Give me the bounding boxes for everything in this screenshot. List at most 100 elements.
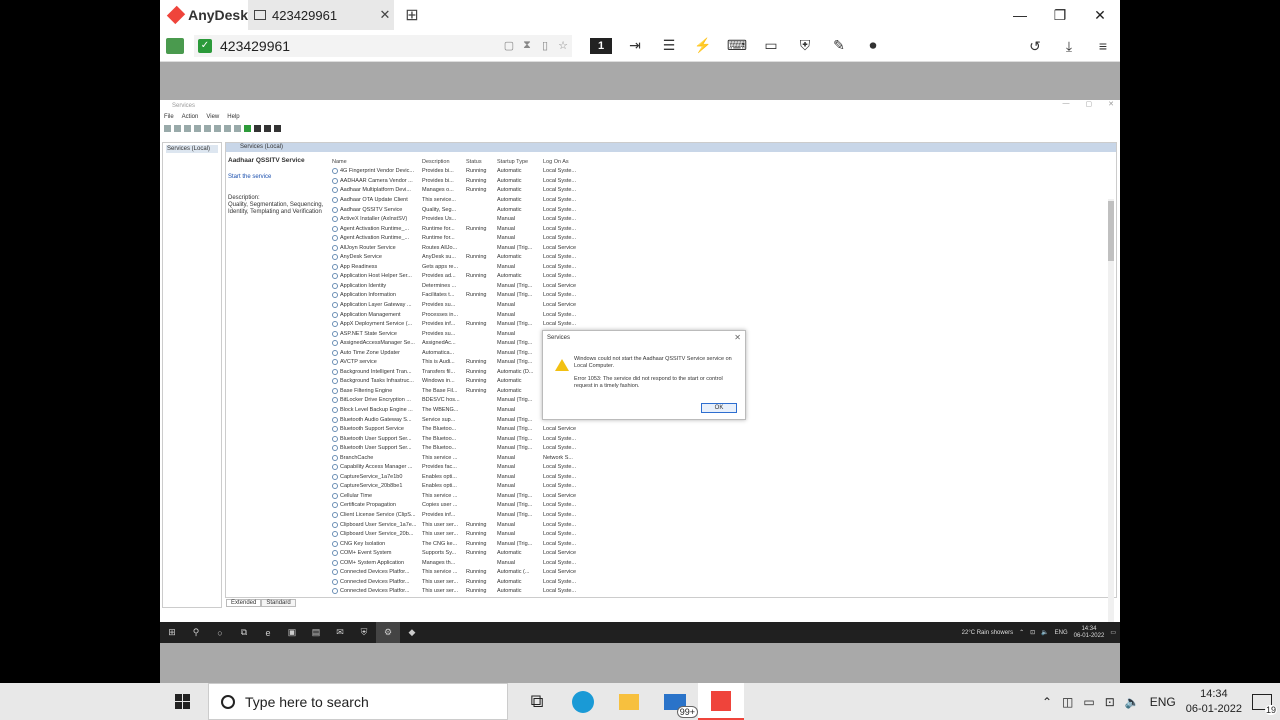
table-row[interactable]: Connected Devices Platfor... This service… (332, 568, 1112, 578)
star-icon[interactable]: ☆ (554, 39, 572, 52)
remote-weather[interactable]: 22°C Rain showers (962, 630, 1013, 636)
table-row[interactable]: Connected Devices Platfor... This user se… (332, 577, 1112, 587)
permissions-icon[interactable]: ⛨ (788, 30, 822, 62)
vertical-scrollbar[interactable] (1108, 199, 1114, 637)
dialog-close-icon[interactable]: ✕ (734, 333, 741, 342)
table-row[interactable]: Capability Access Manager ... Provides fa… (332, 463, 1112, 473)
remote-services-icon[interactable]: ⚙ (376, 622, 400, 643)
scroll-thumb[interactable] (1108, 201, 1114, 261)
table-row[interactable]: AADHAAR Camera Vendor ... Provides bi... R… (332, 176, 1112, 186)
chat-icon[interactable]: ☰ (652, 30, 686, 62)
record-icon[interactable]: ⏺ (856, 30, 890, 62)
table-row[interactable]: Client License Service (ClipS... Provides… (332, 510, 1112, 520)
properties-icon[interactable] (194, 125, 201, 132)
refresh-icon[interactable] (204, 125, 211, 132)
hourglass-icon[interactable]: ⧗ (518, 39, 536, 52)
screen-icon[interactable]: ▢ (500, 39, 518, 52)
address-bar[interactable]: ✓ 423429961 ▢ ⧗ ▯ ☆ (194, 34, 572, 57)
stop-service-icon[interactable] (254, 125, 261, 132)
pause-service-icon[interactable] (264, 125, 271, 132)
remote-screen[interactable]: Services — ▢ ✕ File Action View Help Ser… (160, 100, 1120, 643)
anydesk-taskbar-icon[interactable] (698, 683, 744, 720)
menu-icon[interactable]: ≡ (1086, 30, 1120, 62)
table-row[interactable]: Bluetooth Support Service The Bluetoo... M… (332, 424, 1112, 434)
notification-icon[interactable]: 19 (1252, 693, 1277, 715)
task-view-icon[interactable]: ⧉ (514, 683, 560, 720)
address-text[interactable]: 423429961 (220, 38, 500, 54)
volume-icon[interactable]: 🔈 (1125, 695, 1140, 709)
help-icon[interactable] (224, 125, 231, 132)
table-row[interactable]: Certificate Propagation Copies user ... Ma… (332, 501, 1112, 511)
remote-anydesk-icon[interactable]: ◆ (400, 622, 424, 643)
chevron-up-icon[interactable]: ⌃ (1042, 695, 1052, 709)
new-tab-icon[interactable]: ⊞ (394, 5, 430, 25)
network-icon[interactable]: ⊡ (1105, 695, 1115, 709)
start-service-link[interactable]: Start the service (228, 174, 330, 181)
menu-view[interactable]: View (206, 114, 219, 120)
remote-explorer-icon[interactable]: ▤ (304, 622, 328, 643)
menu-help[interactable]: Help (227, 114, 239, 120)
tab-extended[interactable]: Extended (226, 599, 262, 607)
edge-icon[interactable] (560, 683, 606, 720)
language-indicator[interactable]: ENG (1150, 695, 1176, 709)
minimize-icon[interactable]: — (1063, 100, 1070, 108)
table-row[interactable]: ActiveX Installer (AxInstSV) Provides Us.… (332, 214, 1112, 224)
tab-standard[interactable]: Standard (261, 599, 296, 607)
file-transfer-icon[interactable]: ⇥ (618, 30, 652, 62)
table-row[interactable]: Clipboard User Service_1a7e... This user … (332, 520, 1112, 530)
minimize-icon[interactable]: — (1000, 0, 1040, 30)
table-row[interactable]: Application Identity Determines ... Manual… (332, 281, 1112, 291)
table-row[interactable]: Application Host Helper Ser... Provides a… (332, 272, 1112, 282)
ok-button[interactable]: OK (701, 403, 737, 413)
remote-notification-icon[interactable]: ▭ (1110, 629, 1116, 636)
remote-mail-icon[interactable]: ✉ (328, 622, 352, 643)
menu-action[interactable]: Action (182, 114, 199, 120)
remote-lang[interactable]: ENG (1055, 630, 1068, 636)
start-button[interactable] (160, 683, 204, 720)
start-service-icon[interactable] (244, 125, 251, 132)
table-row[interactable]: Aadhaar Multiplatform Devi... Manages o..… (332, 186, 1112, 196)
table-row[interactable]: CNG Key Isolation The CNG ke... Running Man… (332, 539, 1112, 549)
download-icon[interactable]: ⤓ (1052, 30, 1086, 62)
remote-chevron-up-icon[interactable]: ⌃ (1019, 629, 1024, 636)
close-tab-icon[interactable]: ✕ (376, 7, 394, 23)
remote-taskview-icon[interactable]: ⧉ (232, 622, 256, 643)
table-row[interactable]: Application Management Processes in... Man… (332, 310, 1112, 320)
table-row[interactable]: Clipboard User Service_20b... This user s… (332, 529, 1112, 539)
col-status[interactable]: Status (466, 159, 497, 165)
export-icon[interactable] (214, 125, 221, 132)
table-row[interactable]: Cellular Time This service ... Manual (Tri… (332, 491, 1112, 501)
restore-icon[interactable]: ❐ (1040, 0, 1080, 30)
table-row[interactable]: Aadhaar QSSITV Service Quality, Seg... Aut… (332, 205, 1112, 215)
monitor-select-button[interactable]: 1 (584, 30, 618, 62)
actions-icon[interactable]: ⚡ (686, 30, 720, 62)
tree-node-services-local[interactable]: Services (Local) (166, 145, 218, 153)
session-tab[interactable]: 423429961 ✕ (248, 0, 394, 30)
table-row[interactable]: Agent Activation Runtime_... Runtime for.… (332, 224, 1112, 234)
table-row[interactable]: AllJoyn Router Service Routes AllJo... Man… (332, 243, 1112, 253)
taskbar-search[interactable]: Type here to search (208, 683, 508, 720)
table-row[interactable]: Bluetooth User Support Ser... The Bluetoo… (332, 434, 1112, 444)
table-row[interactable]: COM+ System Application Manages th... Manu… (332, 558, 1112, 568)
table-row[interactable]: Connected Devices Platfor... This user se… (332, 587, 1112, 597)
meet-now-icon[interactable]: ◫ (1062, 695, 1073, 709)
table-row[interactable]: AnyDesk Service AnyDesk su... Running Autom… (332, 252, 1112, 262)
history-icon[interactable]: ↺ (1018, 30, 1052, 62)
menu-file[interactable]: File (164, 114, 174, 120)
table-row[interactable]: CaptureService_1a7e1b0 Enables opti... Man… (332, 472, 1112, 482)
show-hide-icon[interactable] (234, 125, 241, 132)
table-row[interactable]: BranchCache This service ... Manual Network… (332, 453, 1112, 463)
remote-network-icon[interactable]: ⊡ (1030, 629, 1035, 636)
remote-search-icon[interactable]: ⚲ (184, 622, 208, 643)
table-row[interactable]: Agent Activation Runtime_... Runtime for.… (332, 233, 1112, 243)
keyboard-icon[interactable]: ⌨ (720, 30, 754, 62)
cylinder-icon[interactable]: ▯ (536, 39, 554, 52)
remote-security-icon[interactable]: ⛨ (352, 622, 376, 643)
table-row[interactable]: Application Layer Gateway ... Provides su… (332, 300, 1112, 310)
forward-icon[interactable] (174, 125, 181, 132)
mail-icon[interactable]: 99+ (652, 683, 698, 720)
table-row[interactable]: Application Information Facilitates t... R… (332, 291, 1112, 301)
remote-store-icon[interactable]: ▣ (280, 622, 304, 643)
col-log-on-as[interactable]: Log On As (543, 159, 583, 165)
file-explorer-icon[interactable] (606, 683, 652, 720)
